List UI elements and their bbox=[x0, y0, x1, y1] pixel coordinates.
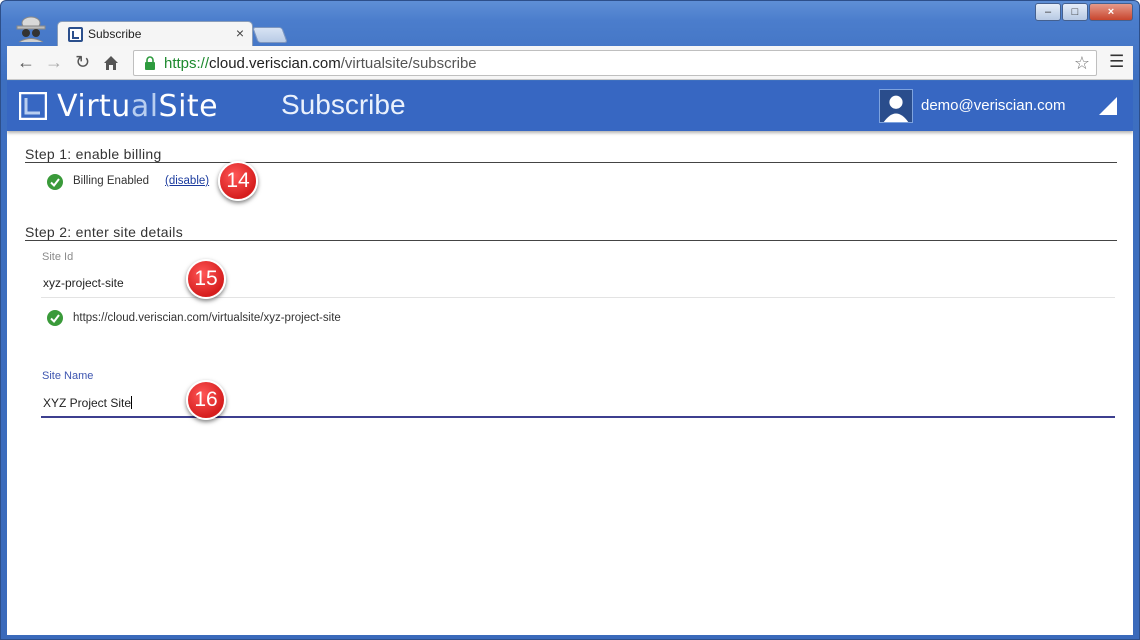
new-tab-button[interactable] bbox=[252, 27, 288, 43]
site-name-value: XYZ Project Site bbox=[43, 396, 132, 410]
text-caret bbox=[131, 396, 133, 409]
url-path: /virtualsite/subscribe bbox=[340, 55, 477, 72]
incognito-icon bbox=[16, 16, 46, 43]
logo-suffix: Site bbox=[158, 89, 219, 124]
step1-divider bbox=[25, 162, 1117, 163]
callout-badge: 14 bbox=[218, 161, 258, 201]
app-logo-text: VirtualSite bbox=[57, 89, 218, 124]
user-menu-icon[interactable] bbox=[1099, 97, 1117, 115]
title-bar: Subscribe × – □ × bbox=[1, 1, 1139, 47]
url-host: cloud.veriscian.com bbox=[209, 55, 341, 72]
callout-badge: 16 bbox=[186, 380, 226, 420]
page-title: Subscribe bbox=[281, 89, 406, 120]
step1-title: Step 1: enable billing bbox=[25, 146, 162, 162]
virtualsite-favicon-icon bbox=[68, 27, 83, 42]
logo-prefix: Virtu bbox=[57, 89, 131, 124]
site-url-preview: https://cloud.veriscian.com/virtualsite/… bbox=[73, 312, 341, 324]
url-text: https://cloud.veriscian.com/virtualsite/… bbox=[164, 55, 477, 72]
minimize-button[interactable]: – bbox=[1035, 3, 1061, 21]
menu-icon[interactable]: ☰ bbox=[1109, 52, 1124, 72]
lock-icon bbox=[145, 56, 155, 70]
site-name-input[interactable]: XYZ Project Site bbox=[43, 396, 133, 410]
callout-badge: 15 bbox=[186, 259, 226, 299]
logo-accent: al bbox=[130, 89, 159, 124]
user-email[interactable]: demo@veriscian.com bbox=[921, 97, 1065, 114]
tab-title: Subscribe bbox=[88, 27, 142, 41]
back-icon[interactable]: ← bbox=[17, 52, 35, 72]
browser-toolbar: ← → ↻ https://cloud.veriscian.com/virtua… bbox=[7, 46, 1133, 80]
close-window-button[interactable]: × bbox=[1089, 3, 1133, 21]
step2-divider bbox=[25, 240, 1117, 241]
check-icon bbox=[47, 310, 63, 326]
check-icon bbox=[47, 174, 63, 190]
tab-close-icon[interactable]: × bbox=[236, 25, 244, 41]
app-header: VirtualSite Subscribe demo@veriscian.com bbox=[7, 81, 1133, 131]
reload-icon[interactable]: ↻ bbox=[75, 52, 90, 72]
site-id-input[interactable]: xyz-project-site bbox=[43, 276, 124, 290]
url-scheme: https:// bbox=[164, 55, 210, 72]
site-id-label: Site Id bbox=[42, 251, 74, 263]
billing-status: Billing Enabled bbox=[73, 175, 150, 187]
site-name-label: Site Name bbox=[42, 370, 94, 382]
maximize-button[interactable]: □ bbox=[1062, 3, 1088, 21]
virtualsite-logo-icon bbox=[19, 92, 47, 120]
star-icon[interactable]: ☆ bbox=[1074, 53, 1090, 74]
avatar[interactable] bbox=[879, 89, 913, 123]
home-icon[interactable] bbox=[103, 55, 119, 71]
address-bar[interactable]: https://cloud.veriscian.com/virtualsite/… bbox=[133, 50, 1097, 76]
forward-icon[interactable]: → bbox=[45, 52, 63, 72]
browser-window: Subscribe × – □ × ← → ↻ https://cloud.ve… bbox=[0, 0, 1140, 640]
page-viewport: VirtualSite Subscribe demo@veriscian.com… bbox=[7, 81, 1133, 635]
window-controls: – □ × bbox=[1035, 3, 1133, 21]
tab-subscribe[interactable]: Subscribe × bbox=[57, 21, 253, 47]
step2-title: Step 2: enter site details bbox=[25, 224, 183, 240]
disable-billing-link[interactable]: (disable) bbox=[165, 175, 209, 187]
